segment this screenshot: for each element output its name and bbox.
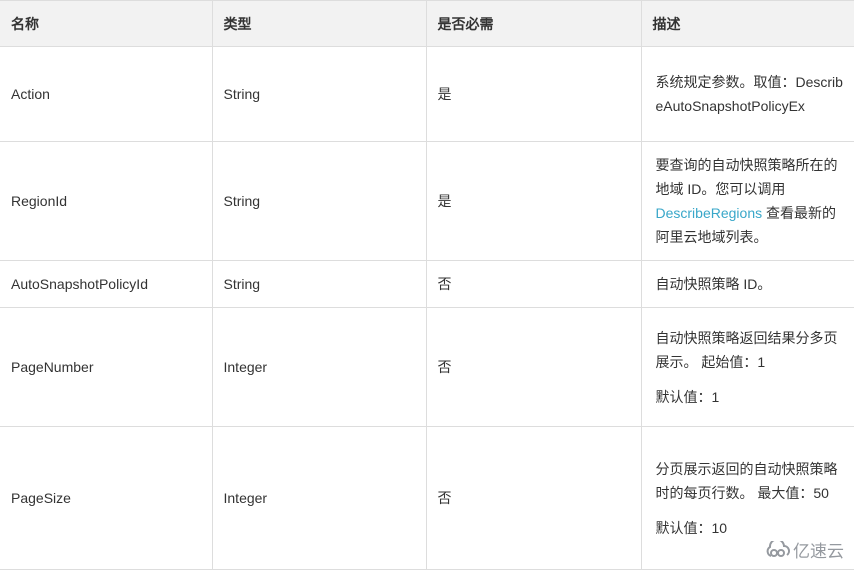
- param-name: AutoSnapshotPolicyId: [0, 260, 213, 308]
- param-description: 自动快照策略 ID。: [640, 260, 854, 308]
- description-text: 自动快照策略 ID。: [655, 276, 772, 292]
- param-name: PageSize: [0, 426, 213, 570]
- param-description: 系统规定参数。取值：DescribeAutoSnapshotPolicyEx: [640, 46, 854, 142]
- param-required: 是: [425, 141, 642, 261]
- param-description: 要查询的自动快照策略所在的地域 ID。您可以调用 DescribeRegions…: [640, 141, 854, 261]
- table-row: RegionId String 是 要查询的自动快照策略所在的地域 ID。您可以…: [0, 141, 854, 261]
- param-required: 是: [425, 46, 642, 142]
- describe-regions-link[interactable]: DescribeRegions: [656, 205, 763, 221]
- param-required: 否: [425, 307, 642, 427]
- param-required: 否: [425, 426, 642, 570]
- description-text: 自动快照策略返回结果分多页展示。 起始值：1: [655, 329, 838, 370]
- param-name: Action: [0, 46, 213, 142]
- header-name: 名称: [0, 0, 213, 47]
- description-text: 分页展示返回的自动快照策略时的每页行数。 最大值：50: [655, 460, 838, 501]
- header-type: 类型: [211, 0, 427, 47]
- param-type: Integer: [211, 426, 427, 570]
- default-value-text: 默认值：10: [655, 519, 728, 536]
- cloud-logo-icon: [766, 540, 790, 559]
- param-type: String: [211, 46, 427, 142]
- description-text: 系统规定参数。取值：DescribeAutoSnapshotPolicyEx: [655, 74, 843, 114]
- table-header-row: 名称 类型 是否必需 描述: [0, 0, 854, 47]
- param-required: 否: [425, 260, 642, 308]
- watermark: 亿速云: [766, 537, 844, 562]
- param-description: 自动快照策略返回结果分多页展示。 起始值：1 默认值：1: [640, 307, 854, 427]
- default-value-text: 默认值：1: [655, 388, 720, 405]
- table-row: AutoSnapshotPolicyId String 否 自动快照策略 ID。: [0, 260, 854, 308]
- parameter-table: 名称 类型 是否必需 描述 Action String 是 系统规定参数。取值：…: [0, 0, 854, 570]
- description-text-before: 要查询的自动快照策略所在的地域 ID。您可以调用: [655, 157, 838, 197]
- header-required: 是否必需: [425, 0, 642, 47]
- param-type: Integer: [211, 307, 427, 427]
- table-row: Action String 是 系统规定参数。取值：DescribeAutoSn…: [0, 46, 854, 142]
- watermark-text: 亿速云: [793, 542, 844, 561]
- param-name: PageNumber: [0, 307, 213, 427]
- table-row: PageNumber Integer 否 自动快照策略返回结果分多页展示。 起始…: [0, 307, 854, 427]
- param-type: String: [211, 141, 427, 261]
- description-text: 要查询的自动快照策略所在的地域 ID。您可以调用 DescribeRegions…: [656, 153, 845, 249]
- header-description: 描述: [640, 0, 854, 47]
- table-row: PageSize Integer 否 分页展示返回的自动快照策略时的每页行数。 …: [0, 426, 854, 570]
- param-type: String: [211, 260, 427, 308]
- param-name: RegionId: [0, 141, 213, 261]
